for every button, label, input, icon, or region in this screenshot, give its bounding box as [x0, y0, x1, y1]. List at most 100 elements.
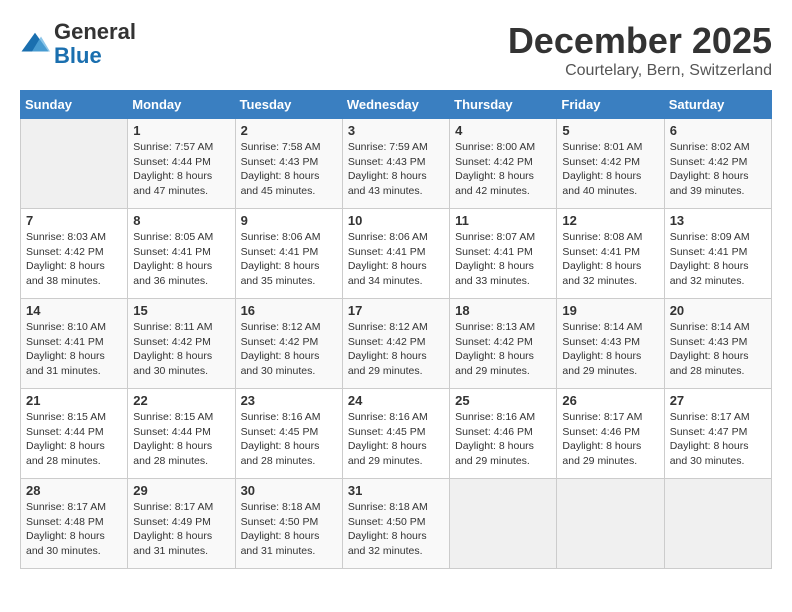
logo-icon — [20, 29, 50, 59]
day-info: Sunrise: 8:18 AMSunset: 4:50 PMDaylight:… — [348, 500, 444, 559]
day-info: Sunrise: 8:06 AMSunset: 4:41 PMDaylight:… — [241, 230, 337, 289]
calendar-cell: 25Sunrise: 8:16 AMSunset: 4:46 PMDayligh… — [450, 389, 557, 479]
day-info: Sunrise: 8:06 AMSunset: 4:41 PMDaylight:… — [348, 230, 444, 289]
weekday-header-monday: Monday — [128, 91, 235, 119]
day-number: 27 — [670, 393, 766, 408]
day-number: 30 — [241, 483, 337, 498]
weekday-header-sunday: Sunday — [21, 91, 128, 119]
day-number: 10 — [348, 213, 444, 228]
calendar-cell: 17 Sunrise: 8:12 AMSunset: 4:42 PMDayligh… — [342, 299, 449, 389]
calendar-cell: 12 Sunrise: 8:08 AMSunset: 4:41 PMDayligh… — [557, 209, 664, 299]
calendar-week-row: 1 Sunrise: 7:57 AMSunset: 4:44 PMDaylight… — [21, 119, 772, 209]
calendar-cell: 30Sunrise: 8:18 AMSunset: 4:50 PMDayligh… — [235, 479, 342, 569]
calendar-cell: 3Sunrise: 7:59 AMSunset: 4:43 PMDaylight… — [342, 119, 449, 209]
calendar-cell: 26 Sunrise: 8:17 AMSunset: 4:46 PMDayligh… — [557, 389, 664, 479]
title-area: December 2025 Courtelary, Bern, Switzerl… — [508, 20, 772, 80]
day-info: Sunrise: 8:14 AMSunset: 4:43 PMDaylight:… — [562, 320, 658, 379]
day-info: Sunrise: 8:03 AMSunset: 4:42 PMDaylight:… — [26, 230, 122, 289]
day-info: Sunrise: 8:17 AMSunset: 4:49 PMDaylight:… — [133, 500, 229, 559]
calendar-cell: 28 Sunrise: 8:17 AMSunset: 4:48 PMDayligh… — [21, 479, 128, 569]
day-info: Sunrise: 8:17 AMSunset: 4:48 PMDaylight:… — [26, 500, 122, 559]
month-title: December 2025 — [508, 20, 772, 62]
calendar-cell: 5 Sunrise: 8:01 AMSunset: 4:42 PMDaylight… — [557, 119, 664, 209]
day-number: 16 — [241, 303, 337, 318]
weekday-header-row: SundayMondayTuesdayWednesdayThursdayFrid… — [21, 91, 772, 119]
day-info: Sunrise: 8:16 AMSunset: 4:45 PMDaylight:… — [348, 410, 444, 469]
calendar-week-row: 21Sunrise: 8:15 AMSunset: 4:44 PMDayligh… — [21, 389, 772, 479]
weekday-header-friday: Friday — [557, 91, 664, 119]
day-info: Sunrise: 8:12 AMSunset: 4:42 PMDaylight:… — [348, 320, 444, 379]
day-info: Sunrise: 8:10 AMSunset: 4:41 PMDaylight:… — [26, 320, 122, 379]
calendar-cell: 22 Sunrise: 8:15 AMSunset: 4:44 PMDayligh… — [128, 389, 235, 479]
logo: General Blue — [20, 20, 136, 68]
calendar-week-row: 7 Sunrise: 8:03 AMSunset: 4:42 PMDaylight… — [21, 209, 772, 299]
day-number: 17 — [348, 303, 444, 318]
calendar-cell: 20Sunrise: 8:14 AMSunset: 4:43 PMDayligh… — [664, 299, 771, 389]
day-number: 14 — [26, 303, 122, 318]
weekday-header-wednesday: Wednesday — [342, 91, 449, 119]
calendar-cell: 6 Sunrise: 8:02 AMSunset: 4:42 PMDaylight… — [664, 119, 771, 209]
calendar-cell — [450, 479, 557, 569]
calendar-cell: 11Sunrise: 8:07 AMSunset: 4:41 PMDayligh… — [450, 209, 557, 299]
day-number: 22 — [133, 393, 229, 408]
day-info: Sunrise: 8:14 AMSunset: 4:43 PMDaylight:… — [670, 320, 766, 379]
calendar-cell: 18Sunrise: 8:13 AMSunset: 4:42 PMDayligh… — [450, 299, 557, 389]
calendar-table: SundayMondayTuesdayWednesdayThursdayFrid… — [20, 90, 772, 569]
calendar-cell: 16 Sunrise: 8:12 AMSunset: 4:42 PMDayligh… — [235, 299, 342, 389]
calendar-week-row: 14 Sunrise: 8:10 AMSunset: 4:41 PMDayligh… — [21, 299, 772, 389]
day-info: Sunrise: 8:02 AMSunset: 4:42 PMDaylight:… — [670, 140, 766, 199]
day-number: 6 — [670, 123, 766, 138]
day-info: Sunrise: 8:01 AMSunset: 4:42 PMDaylight:… — [562, 140, 658, 199]
calendar-cell: 13 Sunrise: 8:09 AMSunset: 4:41 PMDayligh… — [664, 209, 771, 299]
day-number: 8 — [133, 213, 229, 228]
day-info: Sunrise: 8:05 AMSunset: 4:41 PMDaylight:… — [133, 230, 229, 289]
day-number: 24 — [348, 393, 444, 408]
day-info: Sunrise: 8:17 AMSunset: 4:46 PMDaylight:… — [562, 410, 658, 469]
weekday-header-tuesday: Tuesday — [235, 91, 342, 119]
calendar-cell: 31Sunrise: 8:18 AMSunset: 4:50 PMDayligh… — [342, 479, 449, 569]
calendar-cell — [21, 119, 128, 209]
logo-blue-text: Blue — [54, 43, 102, 68]
calendar-cell: 19 Sunrise: 8:14 AMSunset: 4:43 PMDayligh… — [557, 299, 664, 389]
calendar-cell: 15Sunrise: 8:11 AMSunset: 4:42 PMDayligh… — [128, 299, 235, 389]
day-number: 19 — [562, 303, 658, 318]
day-number: 29 — [133, 483, 229, 498]
calendar-cell: 21Sunrise: 8:15 AMSunset: 4:44 PMDayligh… — [21, 389, 128, 479]
calendar-week-row: 28 Sunrise: 8:17 AMSunset: 4:48 PMDayligh… — [21, 479, 772, 569]
day-number: 25 — [455, 393, 551, 408]
calendar-cell: 7 Sunrise: 8:03 AMSunset: 4:42 PMDaylight… — [21, 209, 128, 299]
day-info: Sunrise: 7:59 AMSunset: 4:43 PMDaylight:… — [348, 140, 444, 199]
day-number: 13 — [670, 213, 766, 228]
day-number: 15 — [133, 303, 229, 318]
day-info: Sunrise: 8:09 AMSunset: 4:41 PMDaylight:… — [670, 230, 766, 289]
location-subtitle: Courtelary, Bern, Switzerland — [508, 62, 772, 80]
day-info: Sunrise: 8:15 AMSunset: 4:44 PMDaylight:… — [133, 410, 229, 469]
day-info: Sunrise: 7:57 AMSunset: 4:44 PMDaylight:… — [133, 140, 229, 199]
day-info: Sunrise: 8:08 AMSunset: 4:41 PMDaylight:… — [562, 230, 658, 289]
calendar-cell: 2 Sunrise: 7:58 AMSunset: 4:43 PMDaylight… — [235, 119, 342, 209]
calendar-cell: 9 Sunrise: 8:06 AMSunset: 4:41 PMDaylight… — [235, 209, 342, 299]
calendar-cell: 23Sunrise: 8:16 AMSunset: 4:45 PMDayligh… — [235, 389, 342, 479]
day-number: 4 — [455, 123, 551, 138]
calendar-cell: 8 Sunrise: 8:05 AMSunset: 4:41 PMDaylight… — [128, 209, 235, 299]
calendar-cell: 1 Sunrise: 7:57 AMSunset: 4:44 PMDaylight… — [128, 119, 235, 209]
page-header: General Blue December 2025 Courtelary, B… — [20, 20, 772, 80]
weekday-header-thursday: Thursday — [450, 91, 557, 119]
day-number: 5 — [562, 123, 658, 138]
day-info: Sunrise: 7:58 AMSunset: 4:43 PMDaylight:… — [241, 140, 337, 199]
day-number: 1 — [133, 123, 229, 138]
day-number: 12 — [562, 213, 658, 228]
day-info: Sunrise: 8:16 AMSunset: 4:45 PMDaylight:… — [241, 410, 337, 469]
day-info: Sunrise: 8:12 AMSunset: 4:42 PMDaylight:… — [241, 320, 337, 379]
calendar-cell: 24 Sunrise: 8:16 AMSunset: 4:45 PMDayligh… — [342, 389, 449, 479]
day-number: 9 — [241, 213, 337, 228]
day-number: 11 — [455, 213, 551, 228]
weekday-header-saturday: Saturday — [664, 91, 771, 119]
day-number: 7 — [26, 213, 122, 228]
calendar-cell — [557, 479, 664, 569]
logo-general-text: General — [54, 19, 136, 44]
calendar-cell: 4Sunrise: 8:00 AMSunset: 4:42 PMDaylight… — [450, 119, 557, 209]
day-number: 28 — [26, 483, 122, 498]
day-number: 2 — [241, 123, 337, 138]
day-number: 26 — [562, 393, 658, 408]
